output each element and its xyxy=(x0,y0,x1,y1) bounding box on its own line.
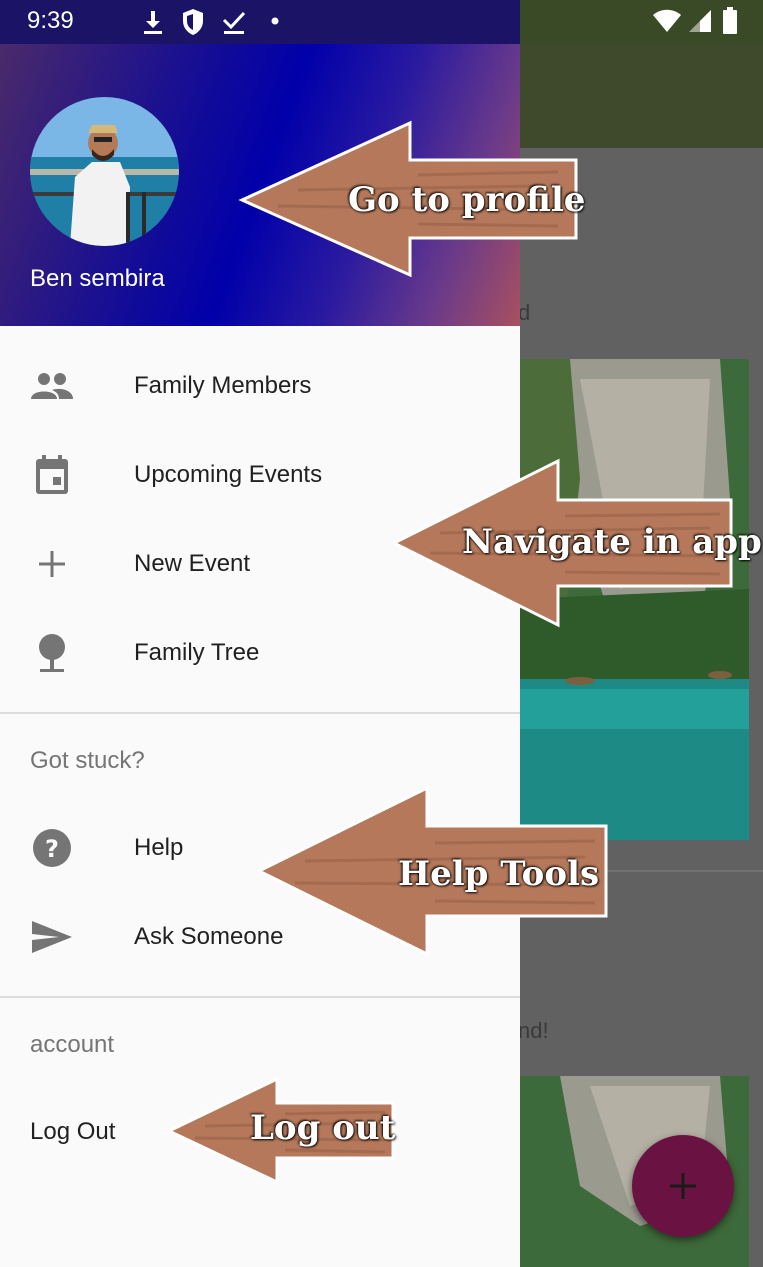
nav-item-label: Upcoming Events xyxy=(134,461,323,488)
annotation-label-navigate: Navigate in app xyxy=(462,522,762,562)
account-section-title: account xyxy=(30,1031,115,1058)
tree-icon xyxy=(30,631,74,675)
plus-icon xyxy=(30,542,74,586)
logout-label: Log Out xyxy=(30,1118,116,1145)
status-bar-drawer-area xyxy=(0,0,520,44)
profile-avatar[interactable] xyxy=(30,97,179,246)
send-icon xyxy=(30,915,74,959)
annotation-label-help: Help Tools xyxy=(398,854,600,894)
background-partial-text-2: nd! xyxy=(518,1018,549,1043)
divider xyxy=(0,712,520,714)
battery-icon xyxy=(723,7,737,34)
nav-item-label: New Event xyxy=(134,550,251,577)
add-fab-button[interactable] xyxy=(632,1135,734,1237)
help-circle-icon: ? xyxy=(30,826,74,870)
nav-item-label: Family Tree xyxy=(134,639,260,666)
help-section-title: Got stuck? xyxy=(30,747,145,774)
status-time: 9:39 xyxy=(27,7,74,34)
wifi-icon xyxy=(653,9,681,32)
divider xyxy=(0,996,520,998)
annotation-label-profile: Go to profile xyxy=(348,180,586,220)
annotation-label-logout: Log out xyxy=(250,1108,396,1148)
nav-item-label: Help xyxy=(134,834,184,861)
calendar-icon xyxy=(30,453,74,497)
notification-dot-icon xyxy=(271,17,279,25)
people-icon xyxy=(30,364,74,408)
shield-icon xyxy=(183,9,203,35)
profile-name[interactable]: Ben sembira xyxy=(30,265,165,293)
checkmark-icon xyxy=(222,11,246,34)
nav-item-label: Family Members xyxy=(134,372,312,399)
nav-item-family-members[interactable]: Family Members xyxy=(0,342,520,431)
download-icon xyxy=(144,11,162,34)
svg-text:?: ? xyxy=(45,835,59,863)
plus-icon xyxy=(670,1173,696,1199)
signal-icon xyxy=(689,10,711,32)
